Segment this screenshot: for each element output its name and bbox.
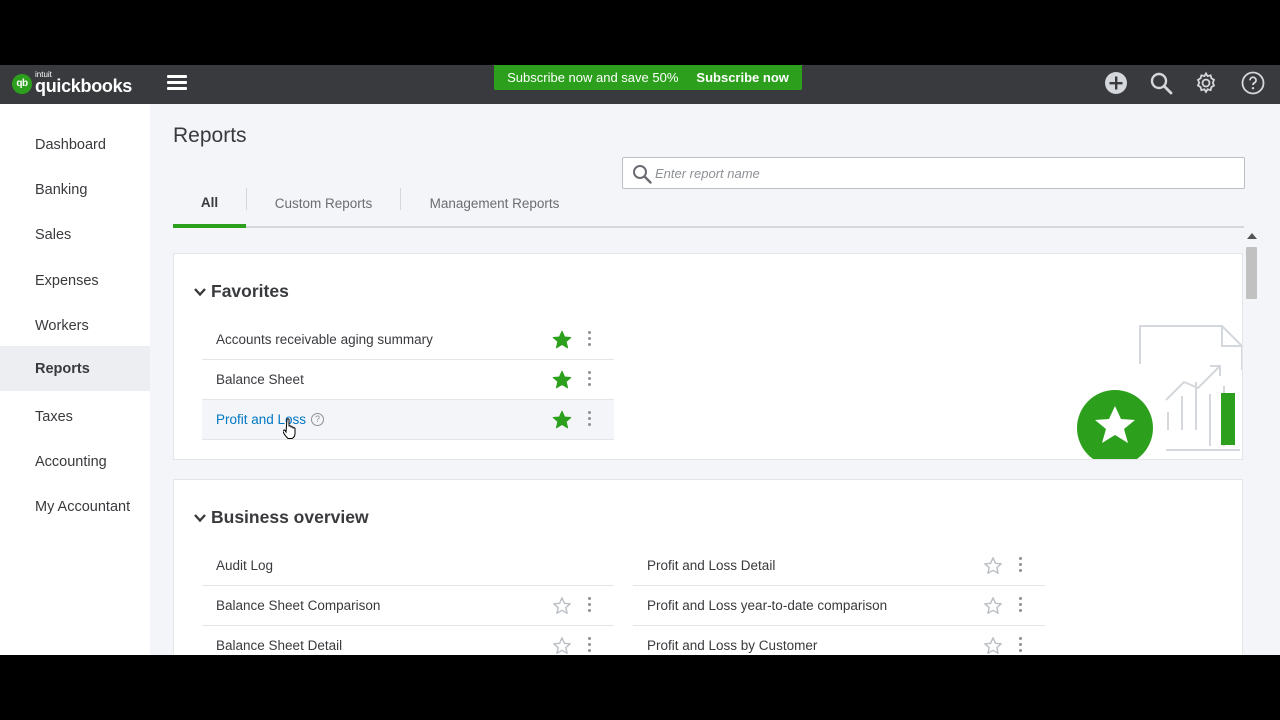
top-bar: qb intuit quickbooks Subscribe now and s… [0,65,1280,104]
page-scrollbar[interactable] [1244,229,1260,655]
report-link[interactable]: Accounts receivable aging summary [216,332,433,347]
favorite-report-row[interactable]: Profit and Loss? [202,400,614,440]
more-options-icon[interactable] [588,371,592,389]
report-link[interactable]: Profit and Loss by Customer [647,638,817,653]
qb-logo-icon: qb [12,73,32,94]
star-outline-icon[interactable] [552,636,572,655]
more-options-icon[interactable] [1019,597,1023,615]
report-tabs: All Custom Reports Management Reports [173,180,1244,228]
report-link[interactable]: Audit Log [216,558,273,573]
tab-management-reports[interactable]: Management Reports [401,180,588,227]
report-row[interactable]: Balance Sheet Detail [202,626,614,655]
report-link[interactable]: Balance Sheet [216,372,304,387]
star-filled-icon[interactable] [552,370,572,393]
search-icon[interactable] [1148,70,1174,96]
sidebar-item-sales[interactable]: Sales [0,212,150,257]
sidebar-item-reports[interactable]: Reports [0,346,150,391]
page-title: Reports [173,124,247,147]
sidebar-item-dashboard[interactable]: Dashboard [0,122,150,167]
favorite-report-row[interactable]: Balance Sheet [202,360,614,400]
business-overview-header[interactable]: Business overview [193,507,369,528]
promo-text: Subscribe now and save 50% [507,70,679,85]
report-row[interactable]: Audit Log [202,546,614,586]
star-outline-icon[interactable] [552,596,572,619]
star-outline-icon[interactable] [983,556,1003,579]
favorites-illustration-icon [1077,325,1242,459]
tab-all[interactable]: All [173,180,246,228]
more-options-icon[interactable] [1019,557,1023,575]
more-options-icon[interactable] [1019,637,1023,655]
subscribe-banner: Subscribe now and save 50% Subscribe now [494,65,802,90]
scroll-up-arrow-icon[interactable] [1247,233,1257,239]
sidebar-item-my-accountant[interactable]: My Accountant [0,484,150,529]
business-overview-title: Business overview [211,507,369,527]
sidebar-nav: Dashboard Banking Sales Expenses Workers… [0,104,150,655]
report-link[interactable]: Balance Sheet Detail [216,638,342,653]
subscribe-now-button[interactable]: Subscribe now [696,70,788,85]
more-options-icon[interactable] [588,411,592,429]
sidebar-item-workers[interactable]: Workers [0,303,150,348]
help-icon[interactable]: ? [311,412,325,426]
sidebar-item-taxes[interactable]: Taxes [0,394,150,439]
create-plus-icon[interactable] [1103,70,1129,96]
chevron-down-icon [194,513,206,522]
sidebar-item-accounting[interactable]: Accounting [0,439,150,484]
star-filled-icon[interactable] [552,330,572,353]
more-options-icon[interactable] [588,597,592,615]
favorites-header[interactable]: Favorites [193,281,289,302]
report-link[interactable]: Profit and Loss Detail [647,558,775,573]
business-overview-section: Business overview Audit Log Balance Shee… [173,479,1243,655]
star-outline-icon[interactable] [983,636,1003,655]
sidebar-item-banking[interactable]: Banking [0,167,150,212]
quickbooks-logo[interactable]: qb intuit quickbooks [12,71,132,96]
report-row[interactable]: Profit and Loss Detail [633,546,1045,586]
report-link[interactable]: Profit and Loss year-to-date comparison [647,598,887,613]
star-filled-icon[interactable] [552,410,572,433]
favorites-title: Favorites [211,281,289,301]
favorite-report-row[interactable]: Accounts receivable aging summary [202,320,614,360]
quickbooks-app: qb intuit quickbooks Subscribe now and s… [0,65,1280,655]
star-outline-icon[interactable] [983,596,1003,619]
hand-cursor-icon [283,418,296,439]
more-options-icon[interactable] [588,331,592,349]
help-icon[interactable] [1240,70,1266,96]
report-link[interactable]: Balance Sheet Comparison [216,598,380,613]
chevron-down-icon [194,287,206,296]
report-search-input[interactable] [655,165,1225,181]
sidebar-item-expenses[interactable]: Expenses [0,258,150,303]
tab-custom-reports[interactable]: Custom Reports [247,180,400,227]
hamburger-menu-icon[interactable] [167,75,187,91]
report-row[interactable]: Profit and Loss by Customer [633,626,1045,655]
gear-icon[interactable] [1193,70,1219,96]
scrollbar-thumb[interactable] [1246,247,1257,299]
report-row[interactable]: Balance Sheet Comparison [202,586,614,626]
favorites-section: Favorites Accounts receivable aging summ… [173,253,1243,460]
logo-quickbooks-text: quickbooks [35,76,133,96]
report-row[interactable]: Profit and Loss year-to-date comparison [633,586,1045,626]
more-options-icon[interactable] [588,637,592,655]
